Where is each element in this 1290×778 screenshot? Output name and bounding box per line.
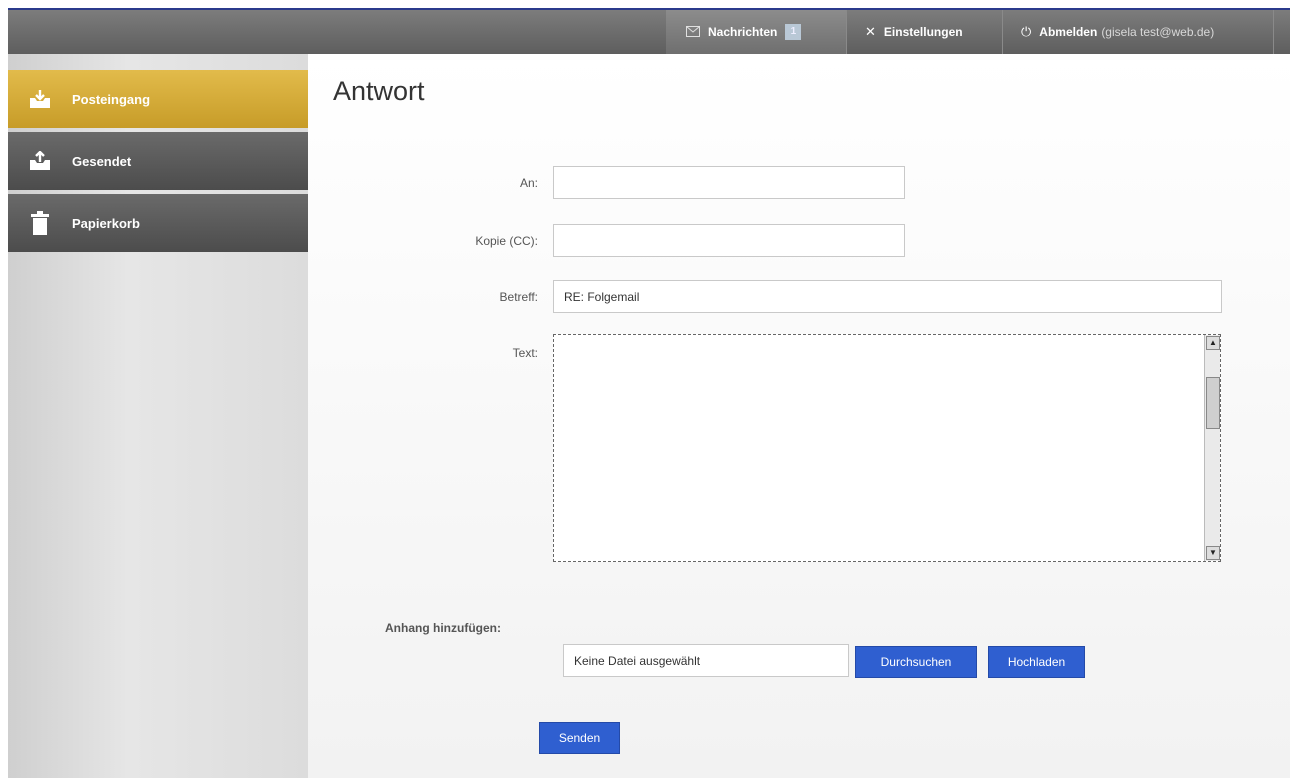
settings-nav-button[interactable]: ✕ Einstellungen xyxy=(846,10,1002,54)
scroll-down-icon[interactable]: ▼ xyxy=(1206,546,1220,560)
sidebar-item-label: Posteingang xyxy=(72,91,151,107)
sidebar-item-sent[interactable]: Gesendet xyxy=(8,132,308,190)
sidebar-item-inbox[interactable]: Posteingang xyxy=(8,70,308,128)
inbox-tray-icon xyxy=(26,85,54,113)
cc-label: Kopie (CC): xyxy=(475,234,538,248)
logout-user-email: (gisela test@web.de) xyxy=(1101,25,1215,39)
textarea-scrollbar[interactable]: ▲ ▼ xyxy=(1204,335,1220,561)
upload-button[interactable]: Hochladen xyxy=(988,646,1085,678)
settings-nav-label: Einstellungen xyxy=(883,25,963,39)
subject-label: Betreff: xyxy=(499,290,538,304)
sidebar-item-label: Gesendet xyxy=(72,153,132,169)
sidebar-item-trash[interactable]: Papierkorb xyxy=(8,194,308,252)
logout-nav-button[interactable]: ⏻ Abmelden (gisela test@web.de) xyxy=(1002,10,1274,54)
to-input[interactable] xyxy=(553,166,905,199)
subject-input[interactable]: RE: Folgemail xyxy=(553,280,1222,313)
logout-nav-label: Abmelden xyxy=(1039,25,1098,39)
sidebar: Posteingang Gesendet Papierkorb xyxy=(8,54,308,778)
scrollbar-thumb[interactable] xyxy=(1206,377,1220,429)
messages-count-badge: 1 xyxy=(785,24,802,40)
trash-icon xyxy=(26,209,54,237)
outbox-tray-icon xyxy=(26,147,54,175)
text-label: Text: xyxy=(512,346,538,360)
messages-nav-button[interactable]: Nachrichten 1 xyxy=(666,10,846,54)
page-title: Antwort xyxy=(333,76,425,106)
browse-button[interactable]: Durchsuchen xyxy=(855,646,977,678)
message-body-textarea[interactable]: ▲ ▼ xyxy=(553,334,1221,562)
top-navigation-bar: Nachrichten 1 ✕ Einstellungen ⏻ Abmelden… xyxy=(8,8,1290,54)
envelope-icon xyxy=(686,25,700,40)
to-label: An: xyxy=(519,176,538,190)
attachment-label: Anhang hinzufügen: xyxy=(385,621,501,635)
power-icon: ⏻ xyxy=(1021,24,1032,39)
cc-input[interactable] xyxy=(553,224,905,257)
main-content: Antwort An: Kopie (CC): Betreff: RE: Fol… xyxy=(308,54,1290,778)
sidebar-item-label: Papierkorb xyxy=(72,215,140,231)
file-name-display: Keine Datei ausgewählt xyxy=(563,644,849,677)
send-button[interactable]: Senden xyxy=(539,722,620,754)
messages-nav-label: Nachrichten xyxy=(708,25,778,39)
scroll-up-icon[interactable]: ▲ xyxy=(1206,336,1220,350)
tools-icon: ✕ xyxy=(865,24,876,39)
